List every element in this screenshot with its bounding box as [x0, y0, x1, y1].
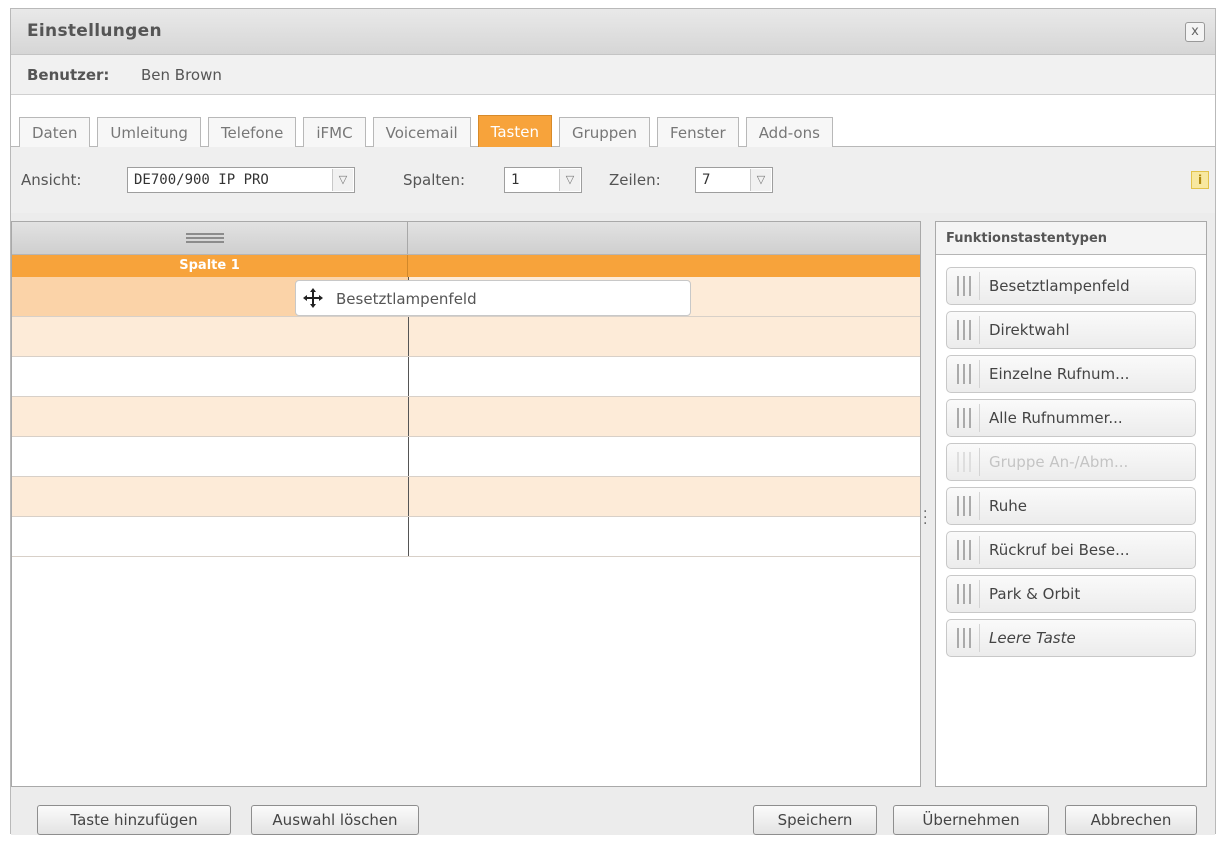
tab-ifmc[interactable]: iFMC: [303, 117, 366, 147]
user-name: Ben Brown: [141, 66, 222, 84]
grid-cell-empty: [409, 477, 920, 516]
palette-title: Funktionstastentypen: [936, 222, 1206, 255]
grid-header: [12, 222, 920, 255]
tab-tasten[interactable]: Tasten: [477, 115, 552, 147]
palette-item-label: Besetztlampenfeld: [989, 277, 1130, 295]
info-icon[interactable]: i: [1191, 171, 1209, 189]
palette-item-label: Rückruf bei Bese...: [989, 541, 1130, 559]
apply-button[interactable]: Übernehmen: [893, 805, 1049, 835]
tab-add-ons[interactable]: Add-ons: [745, 117, 833, 147]
tab-bar: Daten Umleitung Telefone iFMC Voicemail …: [11, 95, 1215, 147]
view-select-value: DE700/900 IP PRO: [134, 172, 269, 188]
palette-item-label: Ruhe: [989, 497, 1027, 515]
grid-cell[interactable]: [12, 517, 409, 556]
add-key-button[interactable]: Taste hinzufügen: [37, 805, 231, 835]
rows-label: Zeilen:: [609, 171, 661, 189]
drag-grip-icon: [957, 584, 971, 604]
column-header-label[interactable]: Spalte 1: [12, 255, 408, 277]
drag-grip-icon[interactable]: [186, 233, 224, 243]
tab-umleitung[interactable]: Umleitung: [97, 117, 201, 147]
view-toolbar: Ansicht: DE700/900 IP PRO ▽ Spalten: 1 ▽…: [11, 147, 1215, 213]
dragged-key[interactable]: Besetztlampenfeld: [295, 280, 691, 316]
chevron-down-icon[interactable]: ▽: [332, 169, 353, 191]
title-bar: Einstellungen x: [11, 9, 1215, 55]
grid-row[interactable]: [12, 477, 920, 517]
drag-grip-icon: [957, 452, 971, 472]
view-label: Ansicht:: [21, 171, 82, 189]
drag-grip-icon: [957, 628, 971, 648]
drag-grip-icon: [957, 320, 971, 340]
clear-selection-button[interactable]: Auswahl löschen: [251, 805, 419, 835]
dragged-key-label: Besetztlampenfeld: [336, 290, 477, 308]
palette-item-label: Alle Rufnummer...: [989, 409, 1123, 427]
palette-item-label: Leere Taste: [989, 629, 1076, 647]
cancel-button[interactable]: Abbrechen: [1065, 805, 1197, 835]
tab-voicemail[interactable]: Voicemail: [372, 117, 471, 147]
settings-dialog: Einstellungen x Benutzer: Ben Brown Date…: [10, 8, 1216, 835]
grid-row[interactable]: [12, 357, 920, 397]
grid-cell-empty: [409, 357, 920, 396]
grid-cell-empty: [409, 317, 920, 356]
save-button[interactable]: Speichern: [753, 805, 877, 835]
tab-gruppen[interactable]: Gruppen: [558, 117, 651, 147]
palette-item-besetztlampenfeld[interactable]: Besetztlampenfeld: [946, 267, 1196, 305]
grid-cell[interactable]: [12, 437, 409, 476]
grid-cell-empty: [409, 517, 920, 556]
palette-item-label: Park & Orbit: [989, 585, 1081, 603]
user-bar: Benutzer: Ben Brown: [11, 55, 1215, 95]
grid-cell-empty: [409, 397, 920, 436]
rows-select[interactable]: 7 ▽: [695, 167, 773, 193]
grid-row[interactable]: [12, 437, 920, 477]
tabs: Daten Umleitung Telefone iFMC Voicemail …: [19, 115, 833, 147]
grid-cell[interactable]: [12, 317, 409, 356]
palette-item-direktwahl[interactable]: Direktwahl: [946, 311, 1196, 349]
column-header-bar: Spalte 1: [12, 255, 920, 277]
palette-item-park-orbit[interactable]: Park & Orbit: [946, 575, 1196, 613]
palette-item-gruppe-an-abmelden: Gruppe An-/Abm...: [946, 443, 1196, 481]
user-label: Benutzer:: [27, 66, 110, 84]
columns-select-value: 1: [511, 172, 520, 188]
tab-daten[interactable]: Daten: [19, 117, 91, 147]
palette-item-rueckruf[interactable]: Rückruf bei Bese...: [946, 531, 1196, 569]
drag-grip-icon: [957, 276, 971, 296]
drag-grip-icon: [957, 408, 971, 428]
palette-item-alle-rufnummern[interactable]: Alle Rufnummer...: [946, 399, 1196, 437]
tab-fenster[interactable]: Fenster: [657, 117, 739, 147]
drag-grip-icon: [957, 496, 971, 516]
move-icon: [303, 288, 323, 308]
grid-cell-empty: [409, 437, 920, 476]
drag-grip-icon: [957, 540, 971, 560]
grid-row[interactable]: [12, 517, 920, 557]
grid-cell[interactable]: [12, 397, 409, 436]
palette-item-ruhe[interactable]: Ruhe: [946, 487, 1196, 525]
close-icon[interactable]: x: [1185, 22, 1205, 42]
columns-label: Spalten:: [403, 171, 466, 189]
grid-row[interactable]: [12, 397, 920, 437]
palette-item-label: Einzelne Rufnum...: [989, 365, 1130, 383]
drag-grip-icon: [957, 364, 971, 384]
rows-select-value: 7: [702, 172, 711, 188]
view-select[interactable]: DE700/900 IP PRO ▽: [127, 167, 355, 193]
key-type-palette: Funktionstastentypen Besetztlampenfeld D…: [935, 221, 1207, 787]
dialog-title: Einstellungen: [27, 21, 162, 41]
grid-cell[interactable]: [12, 477, 409, 516]
palette-item-einzelne-rufnummer[interactable]: Einzelne Rufnum...: [946, 355, 1196, 393]
palette-item-leere-taste[interactable]: Leere Taste: [946, 619, 1196, 657]
panel-splitter[interactable]: · · ·: [923, 505, 929, 531]
tab-telefone[interactable]: Telefone: [207, 117, 297, 147]
columns-select[interactable]: 1 ▽: [504, 167, 582, 193]
chevron-down-icon[interactable]: ▽: [559, 169, 580, 191]
grid-row[interactable]: [12, 317, 920, 357]
palette-item-label: Gruppe An-/Abm...: [989, 453, 1129, 471]
dialog-footer: Taste hinzufügen Auswahl löschen Speiche…: [11, 793, 1215, 835]
grid-cell[interactable]: [12, 357, 409, 396]
grid-header-column[interactable]: [12, 222, 408, 254]
palette-item-label: Direktwahl: [989, 321, 1070, 339]
chevron-down-icon[interactable]: ▽: [750, 169, 771, 191]
